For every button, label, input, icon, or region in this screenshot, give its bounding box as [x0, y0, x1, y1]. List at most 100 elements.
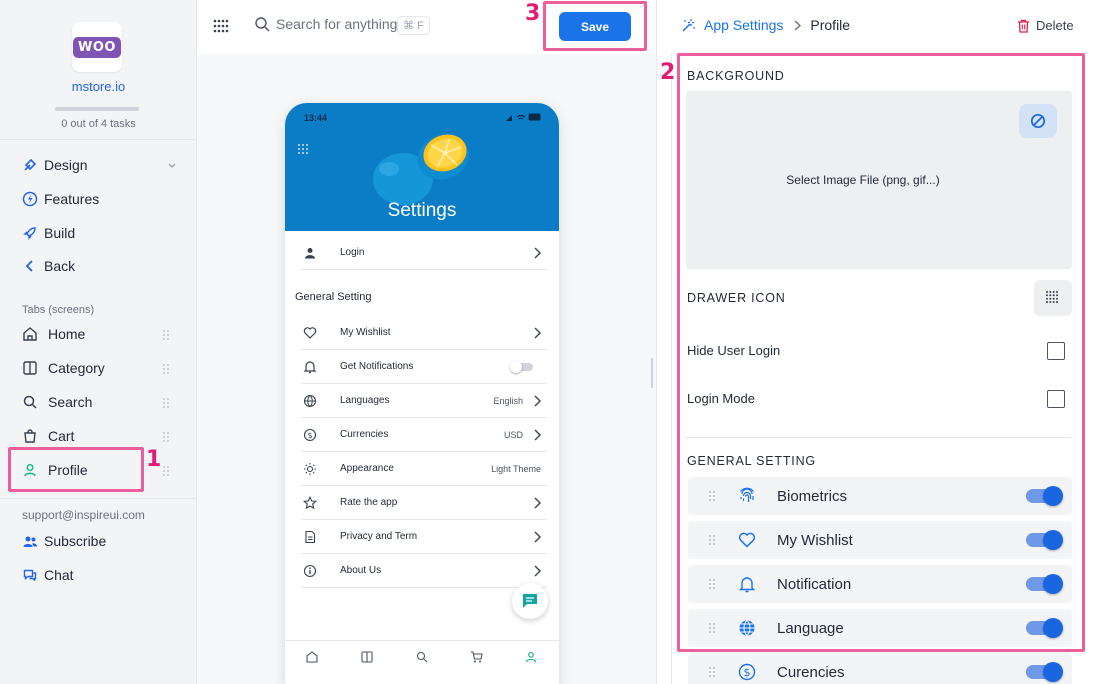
user-icon — [301, 247, 319, 259]
sidebar-item-label: Back — [44, 258, 76, 274]
drag-handle-icon[interactable] — [162, 329, 170, 341]
row-label: Languages — [340, 395, 390, 406]
general-item-currencies[interactable]: $ Curencies — [688, 653, 1072, 684]
document-icon — [301, 530, 319, 544]
sidebar-item-back[interactable]: Back — [22, 253, 182, 279]
search-shortcut-hint: ⌘ F — [397, 16, 430, 35]
chat-icon — [523, 594, 537, 608]
sidebar-item-label: Design — [44, 157, 88, 173]
support-email[interactable]: support@inspireui.com — [22, 508, 145, 522]
search-icon — [255, 17, 270, 32]
row-label: Privacy and Term — [340, 531, 418, 542]
chevron-right-icon — [534, 247, 541, 259]
delete-label: Delete — [1036, 18, 1074, 33]
user-icon[interactable] — [525, 651, 537, 663]
tasks-progress-text: 0 out of 4 tasks — [61, 118, 136, 130]
phone-row-notifications[interactable]: Get Notifications — [301, 350, 547, 384]
phone-row-languages[interactable]: Languages English — [301, 384, 547, 418]
drag-handle-icon[interactable] — [162, 431, 170, 443]
general-item-label: Curencies — [777, 664, 845, 681]
chevron-right-icon — [794, 19, 802, 31]
sidebar-item-label: Build — [44, 225, 76, 241]
annotation-number: 2 — [660, 60, 676, 85]
drag-handle-icon[interactable] — [708, 666, 716, 678]
chevron-right-icon — [534, 327, 541, 339]
panel-divider — [656, 0, 657, 684]
phone-row-privacy[interactable]: Privacy and Term — [301, 520, 547, 554]
delete-button[interactable]: Delete — [1017, 18, 1074, 33]
sidebar-item-home[interactable]: Home — [22, 321, 182, 347]
rocket-icon — [22, 225, 38, 241]
sidebar-item-label: Home — [48, 326, 86, 342]
chevron-right-icon — [534, 429, 541, 441]
home-icon[interactable] — [306, 651, 318, 663]
search-input[interactable] — [276, 16, 416, 32]
book-icon — [22, 360, 38, 376]
sidebar-item-label: Subscribe — [44, 533, 107, 549]
bell-icon — [301, 360, 319, 374]
login-row[interactable]: Login — [301, 236, 547, 270]
status-icons — [506, 113, 541, 121]
info-icon — [301, 564, 319, 578]
store-logo[interactable]: WOO — [72, 22, 122, 72]
sidebar-item-design[interactable]: Design — [22, 152, 182, 178]
trash-icon — [1018, 19, 1029, 33]
sidebar-item-category[interactable]: Category — [22, 355, 182, 381]
sidebar-item-label: Search — [48, 394, 93, 410]
sidebar-item-subscribe[interactable]: Subscribe — [22, 528, 182, 554]
phone-preview: 13:44 Settings Login General Setting My … — [285, 103, 559, 684]
chevron-right-icon — [534, 565, 541, 577]
global-search[interactable] — [254, 16, 416, 32]
sidebar-divider — [0, 139, 197, 140]
phone-row-appearance[interactable]: Appearance Light Theme — [301, 452, 547, 486]
sidebar-divider — [0, 498, 197, 499]
resize-handle[interactable] — [651, 358, 653, 388]
login-label: Login — [340, 247, 365, 258]
left-sidebar: WOO mstore.io 0 out of 4 tasks Design Fe… — [0, 0, 197, 684]
search-icon[interactable] — [416, 651, 428, 663]
row-value: Light Theme — [491, 463, 541, 474]
svg-text:$: $ — [744, 666, 751, 679]
book-icon[interactable] — [361, 651, 373, 663]
phone-row-wishlist[interactable]: My Wishlist — [301, 316, 547, 350]
svg-text:$: $ — [307, 431, 312, 440]
subscribe-icon — [22, 533, 38, 549]
sidebar-item-cart[interactable]: Cart — [22, 423, 182, 449]
sidebar-item-search[interactable]: Search — [22, 389, 182, 415]
phone-row-currencies[interactable]: $ Currencies USD — [301, 418, 547, 452]
apps-grid-icon[interactable] — [213, 19, 229, 33]
drag-handle-icon[interactable] — [162, 465, 170, 477]
drag-handle-icon[interactable] — [162, 397, 170, 409]
row-label: Rate the app — [340, 497, 398, 508]
dollar-icon: $ — [301, 428, 319, 442]
sidebar-item-chat[interactable]: Chat — [22, 562, 182, 588]
annotation-box — [8, 447, 144, 492]
tabs-section-heading: Tabs (screens) — [22, 304, 95, 316]
phone-row-rate[interactable]: Rate the app — [301, 486, 547, 520]
sun-icon — [301, 462, 319, 476]
chevron-left-icon — [22, 258, 38, 274]
star-icon — [301, 495, 319, 510]
row-value: English — [493, 395, 523, 406]
notifications-toggle[interactable] — [510, 361, 533, 373]
cart-icon[interactable] — [470, 651, 483, 663]
chat-fab-button[interactable] — [512, 583, 548, 619]
currencies-toggle[interactable] — [1026, 662, 1063, 682]
drag-handle-icon[interactable] — [162, 363, 170, 375]
annotation-box — [543, 1, 647, 51]
breadcrumb-app-settings[interactable]: App Settings — [704, 17, 783, 33]
sidebar-item-build[interactable]: Build — [22, 220, 182, 246]
chevron-right-icon — [534, 497, 541, 509]
settings-hero: 13:44 Settings — [285, 103, 559, 231]
sidebar-item-features[interactable]: Features — [22, 186, 182, 212]
chevron-right-icon — [534, 395, 541, 407]
home-icon — [22, 326, 38, 342]
store-name-link[interactable]: mstore.io — [0, 79, 197, 94]
sidebar-item-label: Chat — [44, 567, 74, 583]
chevron-down-icon[interactable] — [167, 158, 177, 174]
dollar-icon: $ — [738, 663, 756, 681]
chat-icon — [22, 567, 38, 583]
drawer-grid-icon[interactable] — [297, 143, 309, 155]
row-label: My Wishlist — [340, 327, 391, 338]
phone-row-about[interactable]: About Us — [301, 554, 547, 588]
